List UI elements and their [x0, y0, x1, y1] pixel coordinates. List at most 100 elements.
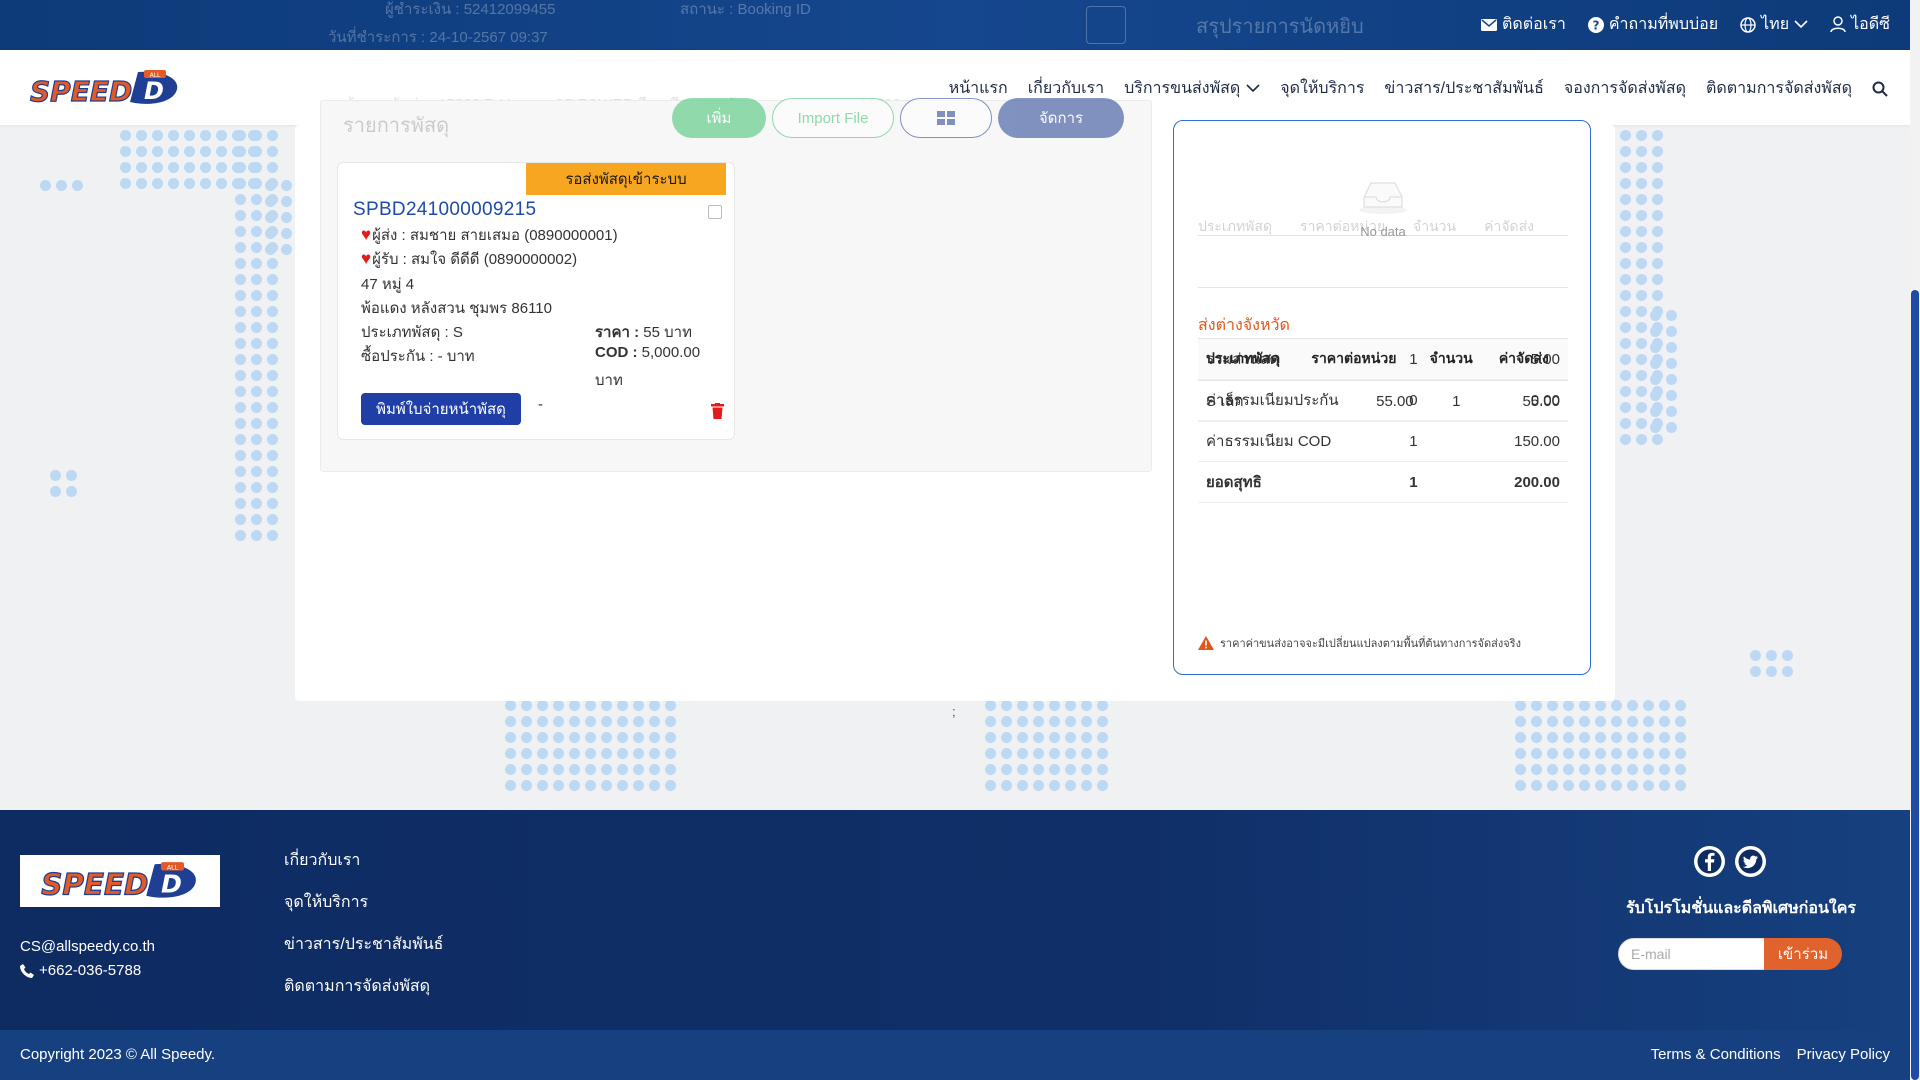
map-dot [1652, 418, 1663, 429]
footer-link-about[interactable]: เกี่ยวกับเรา [284, 848, 443, 873]
map-dot [1515, 748, 1526, 759]
user-menu[interactable]: ไอดีซี [1830, 12, 1890, 37]
ghost-status: สถานะ : Booking ID [680, 1, 811, 18]
map-dot [1579, 716, 1590, 727]
map-dot [585, 732, 596, 743]
map-dot [1636, 130, 1647, 141]
faq-link[interactable]: ? คำถามที่พบบ่อย [1587, 12, 1718, 37]
twitter-icon[interactable] [1735, 846, 1766, 877]
map-dot [1620, 306, 1631, 317]
map-dot [1666, 310, 1677, 321]
import-file-button[interactable]: Import File [772, 98, 894, 138]
table-row: ค่าธรรมเนียม COD 1 150.00 [1198, 420, 1568, 462]
map-dot [537, 716, 548, 727]
map-dot [1675, 732, 1686, 743]
total-label: ค่าธรรมเนียม COD [1198, 420, 1388, 462]
map-dot [1033, 780, 1044, 791]
nav-services[interactable]: บริการขนส่งพัสดุ [1124, 76, 1260, 101]
map-dot [1065, 716, 1076, 727]
map-dot [267, 226, 278, 237]
map-dot [1563, 764, 1574, 775]
map-dot [120, 178, 131, 189]
scrollbar[interactable] [1910, 0, 1920, 1080]
view-toggle-button[interactable] [900, 98, 992, 138]
status-badge: รอส่งพัสดุเข้าระบบ [526, 163, 726, 195]
scrollbar-thumb[interactable] [1911, 290, 1919, 1080]
map-dot [251, 514, 262, 525]
map-dot [251, 434, 262, 445]
copyright-text: Copyright 2023 © All Speedy. [20, 1046, 216, 1063]
newsletter-email-input[interactable]: E-mail [1618, 938, 1766, 970]
map-dot [1611, 748, 1622, 759]
contact-link[interactable]: ติดต่อเรา [1481, 12, 1566, 37]
copyright-bar: Copyright 2023 © All Speedy. Terms & Con… [0, 1030, 1910, 1080]
map-dot [1666, 342, 1677, 353]
map-dot [569, 716, 580, 727]
map-dot [232, 130, 243, 141]
map-dot [251, 258, 262, 269]
sender-phone: (0890000001) [524, 227, 618, 244]
map-dot [1782, 650, 1793, 661]
map-dot [1636, 146, 1647, 157]
terms-link[interactable]: Terms & Conditions [1651, 1046, 1781, 1063]
map-dot [1652, 130, 1663, 141]
map-dot [1636, 274, 1647, 285]
map-dot [251, 178, 262, 189]
footer-link-news[interactable]: ข่าวสาร/ประชาสัมพันธ์ [284, 932, 443, 957]
ghost-payer: ผู้ชำระเงิน : 52412099455 [385, 1, 556, 18]
map-dot [1001, 716, 1012, 727]
footer-link-tracking[interactable]: ติดตามการจัดส่งพัสดุ [284, 974, 443, 999]
tracking-number[interactable]: SPBD241000009215 [353, 199, 536, 221]
map-dot [1659, 732, 1670, 743]
join-button[interactable]: เข้าร่วม [1764, 938, 1842, 970]
map-dot [267, 530, 278, 541]
nav-booking[interactable]: จองการจัดส่งพัสดุ [1564, 76, 1686, 101]
map-dot [521, 748, 532, 759]
map-dot [1652, 258, 1663, 269]
speed-d-logo[interactable]: SPEED D ALL [26, 68, 184, 109]
map-dot [1097, 700, 1108, 711]
facebook-icon[interactable] [1694, 846, 1725, 877]
footer-link-service-points[interactable]: จุดให้บริการ [284, 890, 443, 915]
map-dot [1595, 780, 1606, 791]
svg-text:D: D [144, 77, 164, 105]
map-dot [1650, 422, 1661, 433]
map-dot [1611, 716, 1622, 727]
footer-phone[interactable]: +662-036-5788 [20, 962, 141, 979]
add-button[interactable]: เพิ่ม [672, 98, 766, 138]
privacy-link[interactable]: Privacy Policy [1797, 1046, 1890, 1063]
grid-icon [937, 111, 955, 125]
parcel-list-header: รายการพัสดุ [343, 115, 450, 137]
map-dot [281, 180, 292, 191]
map-dot [248, 146, 259, 157]
insurance-label: ซื้อประกัน : [361, 348, 434, 365]
map-dot [1097, 716, 1108, 727]
map-dot [1636, 162, 1647, 173]
heart-icon: ♥ [361, 249, 372, 268]
map-dot [649, 700, 660, 711]
search-icon[interactable] [1872, 81, 1888, 97]
price-label: ราคา : [595, 324, 640, 341]
parcel-type: ประเภทพัสดุ : S [361, 320, 463, 344]
nav-tracking[interactable]: ติดตามการจัดส่งพัสดุ [1706, 76, 1852, 101]
select-checkbox[interactable] [708, 205, 722, 219]
map-dot [1065, 780, 1076, 791]
map-dot [1652, 210, 1663, 221]
nav-news[interactable]: ข่าวสาร/ประชาสัมพันธ์ [1384, 76, 1543, 101]
map-dot [1001, 700, 1012, 711]
language-selector[interactable]: ไทย [1740, 12, 1808, 37]
manage-button[interactable]: จัดการ [998, 98, 1124, 138]
map-dot [251, 162, 262, 173]
map-dot [248, 130, 259, 141]
footer-email[interactable]: CS@allspeedy.co.th [20, 938, 155, 955]
map-dot [1620, 210, 1631, 221]
trash-icon[interactable] [711, 403, 724, 419]
nav-service-points[interactable]: จุดให้บริการ [1280, 76, 1364, 101]
map-dot [152, 130, 163, 141]
map-dot [521, 716, 532, 727]
map-dot [235, 322, 246, 333]
print-label-button[interactable]: พิมพ์ใบจ่ายหน้าพัสดุ [361, 393, 521, 425]
map-dot [1766, 666, 1777, 677]
map-dot [1652, 386, 1663, 397]
map-dot [248, 178, 259, 189]
